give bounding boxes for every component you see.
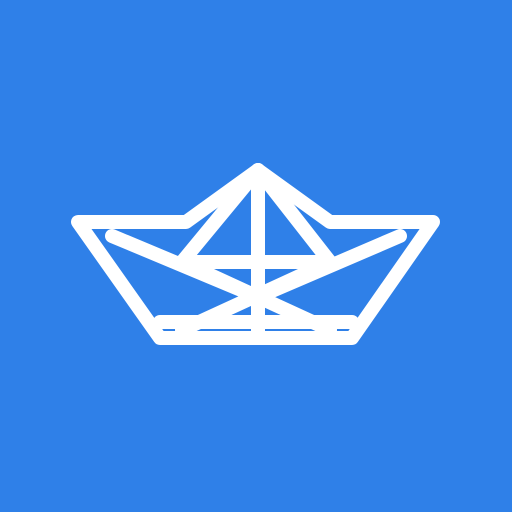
app-icon-tile [0,0,512,512]
paper-boat-icon [0,0,512,512]
